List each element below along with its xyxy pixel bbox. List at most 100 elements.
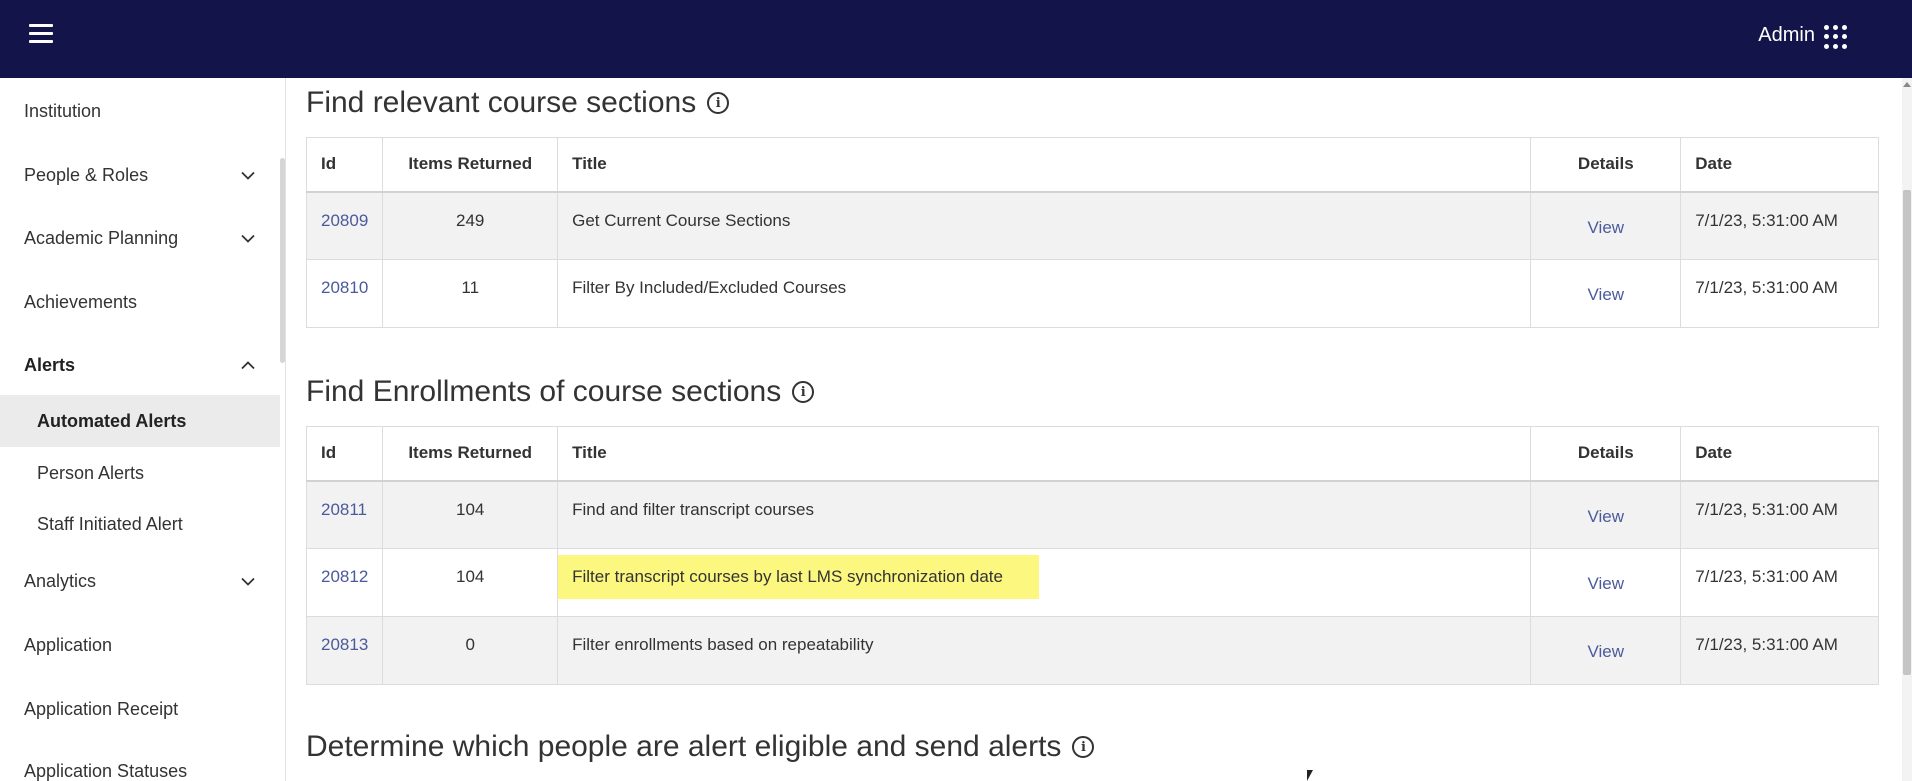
details-cell: View (1530, 191, 1682, 260)
table-row: 20812 104 Filter transcript courses by l… (305, 548, 1879, 617)
column-header-id: Id (305, 426, 384, 482)
mouse-cursor-icon (1307, 770, 1313, 781)
sidebar-item-label: Institution (24, 100, 102, 121)
sidebar-scrollbar[interactable] (280, 158, 285, 363)
sidebar-item-label: Automated Alerts (37, 410, 187, 431)
section-title: Determine which people are alert eligibl… (306, 730, 1095, 764)
details-cell: View (1530, 548, 1682, 617)
section-title-text: Determine which people are alert eligibl… (306, 730, 1062, 763)
column-header-title: Title (557, 137, 1532, 193)
sidebar-item-label: Staff Initiated Alert (37, 513, 183, 534)
results-table: Id Items Returned Title Details Date 208… (305, 137, 1879, 328)
page-scrollbar-thumb[interactable] (1903, 190, 1911, 675)
section-title-text: Find relevant course sections (306, 86, 697, 119)
scroll-up-arrow-icon[interactable] (1903, 82, 1911, 87)
date-cell: 7/1/23, 5:31:00 AM (1680, 616, 1879, 685)
view-link[interactable]: View (1588, 218, 1625, 238)
sidebar-item-label: Achievements (24, 291, 138, 312)
sidebar-item-alerts[interactable]: Alerts (0, 338, 280, 392)
column-header-items-returned: Items Returned (382, 426, 559, 482)
column-header-details: Details (1530, 137, 1682, 193)
title-cell: Filter By Included/Excluded Courses (557, 259, 1532, 328)
view-link[interactable]: View (1588, 507, 1625, 527)
id-link[interactable]: 20811 (321, 500, 367, 519)
apps-grid-icon[interactable] (1824, 25, 1848, 49)
chevron-down-icon (234, 577, 262, 586)
table-row: 20809 249 Get Current Course Sections Vi… (305, 191, 1879, 260)
id-cell: 20809 (305, 191, 384, 260)
view-link[interactable]: View (1588, 285, 1625, 305)
column-header-date: Date (1680, 426, 1879, 482)
table-row: 20813 0 Filter enrollments based on repe… (305, 616, 1879, 685)
title-cell: Find and filter transcript courses (557, 480, 1532, 549)
sidebar-item-label: Application Statuses (24, 760, 188, 781)
id-cell: 20812 (305, 548, 384, 617)
title-cell: Get Current Course Sections (557, 191, 1532, 260)
hamburger-menu-icon[interactable] (29, 24, 53, 46)
date-cell: 7/1/23, 5:31:00 AM (1680, 259, 1879, 328)
items-returned-cell: 11 (382, 259, 559, 328)
sidebar-item-label: People & Roles (24, 164, 149, 185)
id-link[interactable]: 20813 (321, 635, 368, 654)
sidebar-item-label: Analytics (24, 570, 97, 591)
sidebar-item-label: Application Receipt (24, 698, 179, 719)
table-header-row: Id Items Returned Title Details Date (305, 137, 1879, 193)
sidebar-item-achievements[interactable]: Achievements (0, 275, 280, 329)
sidebar-item-automated-alerts[interactable]: Automated Alerts (0, 395, 280, 447)
sidebar-item-label: Alerts (24, 354, 76, 375)
sidebar-item-institution[interactable]: Institution (0, 84, 280, 138)
section-title: Find Enrollments of course sections i (306, 375, 815, 409)
sidebar-item-staff-initiated-alert[interactable]: Staff Initiated Alert (0, 498, 280, 550)
chevron-down-icon (234, 171, 262, 180)
section-title: Find relevant course sections i (306, 86, 730, 120)
date-cell: 7/1/23, 5:31:00 AM (1680, 191, 1879, 260)
sidebar-item-label: Academic Planning (24, 227, 179, 248)
details-cell: View (1530, 616, 1682, 685)
sidebar-item-people-roles[interactable]: People & Roles (0, 148, 280, 202)
sidebar-item-application-receipt[interactable]: Application Receipt (0, 682, 280, 736)
items-returned-cell: 0 (382, 616, 559, 685)
view-link[interactable]: View (1588, 574, 1625, 594)
id-cell: 20810 (305, 259, 384, 328)
column-header-id: Id (305, 137, 384, 193)
table-row: 20810 11 Filter By Included/Excluded Cou… (305, 259, 1879, 328)
table-row: 20811 104 Find and filter transcript cou… (305, 480, 1879, 549)
sidebar-item-person-alerts[interactable]: Person Alerts (0, 447, 280, 499)
date-cell: 7/1/23, 5:31:00 AM (1680, 480, 1879, 549)
details-cell: View (1530, 259, 1682, 328)
column-header-date: Date (1680, 137, 1879, 193)
title-cell: Filter transcript courses by last LMS sy… (557, 548, 1532, 617)
items-returned-cell: 249 (382, 191, 559, 260)
id-link[interactable]: 20810 (321, 278, 368, 297)
info-icon[interactable]: i (1072, 736, 1095, 758)
date-cell: 7/1/23, 5:31:00 AM (1680, 548, 1879, 617)
items-returned-cell: 104 (382, 548, 559, 617)
column-header-details: Details (1530, 426, 1682, 482)
info-icon[interactable]: i (792, 381, 815, 403)
details-cell: View (1530, 480, 1682, 549)
id-link[interactable]: 20812 (321, 567, 368, 586)
user-menu-label[interactable]: Admin (1758, 24, 1815, 47)
sidebar-item-label: Person Alerts (37, 462, 145, 483)
items-returned-cell: 104 (382, 480, 559, 549)
column-header-title: Title (557, 426, 1532, 482)
table-header-row: Id Items Returned Title Details Date (305, 426, 1879, 482)
section-title-text: Find Enrollments of course sections (306, 375, 782, 408)
sidebar-item-application[interactable]: Application (0, 618, 280, 672)
id-link[interactable]: 20809 (321, 211, 368, 230)
sidebar-item-analytics[interactable]: Analytics (0, 554, 280, 608)
column-header-items-returned: Items Returned (382, 137, 559, 193)
chevron-down-icon (234, 234, 262, 243)
sidebar-item-academic-planning[interactable]: Academic Planning (0, 211, 280, 265)
main-content: Find relevant course sections i Id Items… (286, 78, 1902, 781)
id-cell: 20811 (305, 480, 384, 549)
top-bar: Admin (0, 0, 1912, 78)
sidebar-item-label: Application (24, 634, 113, 655)
highlighted-title: Filter transcript courses by last LMS sy… (558, 555, 1039, 599)
info-icon[interactable]: i (707, 92, 730, 114)
sidebar-item-application-statuses[interactable]: Application Statuses (0, 744, 280, 781)
sidebar: Institution People & Roles Academic Plan… (0, 78, 286, 781)
view-link[interactable]: View (1588, 642, 1625, 662)
results-table: Id Items Returned Title Details Date 208… (305, 426, 1879, 685)
id-cell: 20813 (305, 616, 384, 685)
